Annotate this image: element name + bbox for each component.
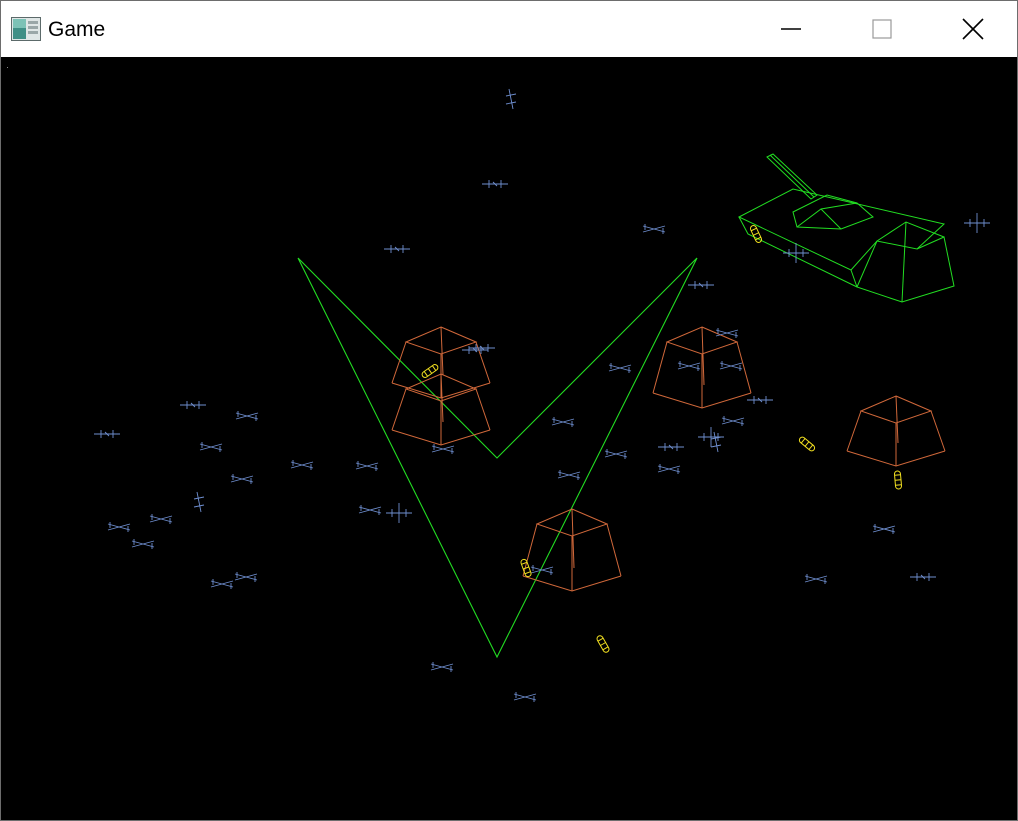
enemy-ship (131, 539, 155, 549)
enemy-ship (94, 430, 120, 438)
enemy-ship (604, 449, 628, 459)
minimize-button[interactable] (745, 1, 837, 57)
enemy-ship (783, 243, 809, 263)
enemy-ship (234, 572, 258, 582)
crate-wireframe (391, 326, 491, 399)
application-window-icon (11, 17, 41, 41)
enemy-ship (910, 573, 936, 581)
projectile (596, 635, 610, 653)
enemy-ship (551, 417, 575, 427)
game-window: Game (0, 0, 1018, 821)
enemy-ship (715, 328, 739, 338)
enemy-ship (149, 514, 173, 524)
enemy-ship (482, 180, 508, 188)
enemy-ship (872, 524, 896, 534)
enemy-ship (688, 281, 714, 289)
enemy-ship (469, 344, 495, 352)
pixel-dot (7, 67, 8, 68)
tank-wireframe (737, 153, 955, 303)
crate-wireframe (522, 508, 622, 592)
enemy-ship (747, 396, 773, 404)
enemy-ship (513, 692, 537, 702)
enemy-ship (804, 574, 828, 584)
enemy-ship (230, 474, 254, 484)
enemy-ship (235, 411, 259, 421)
enemy-ship (355, 461, 379, 471)
enemy-ship (608, 363, 632, 373)
projectile (798, 436, 816, 452)
maximize-button[interactable] (836, 1, 928, 57)
enemy-ship (719, 361, 743, 371)
enemy-ship (658, 443, 684, 451)
enemy-ship (193, 491, 205, 513)
enemy-ship (384, 245, 410, 253)
projectile (893, 470, 903, 490)
enemy-ship (431, 444, 455, 454)
enemy-ship (210, 579, 234, 589)
enemy-ship (290, 460, 314, 470)
enemy-ship (107, 522, 131, 532)
enemy-ship (721, 416, 745, 426)
chevron-ship (297, 257, 698, 659)
minimize-icon (781, 28, 801, 30)
close-button[interactable] (927, 1, 1017, 57)
enemy-ship (386, 503, 412, 523)
projectile (520, 558, 532, 578)
maximize-icon (872, 19, 892, 39)
game-scene (7, 67, 990, 702)
game-viewport[interactable] (1, 57, 1017, 820)
enemy-ship (358, 505, 382, 515)
enemy-ship (430, 662, 454, 672)
enemy-ship (677, 361, 701, 371)
enemy-ship (557, 470, 581, 480)
enemy-ship (642, 224, 666, 234)
crate-wireframe (391, 373, 491, 446)
enemy-ship (180, 401, 206, 409)
enemy-ship (657, 464, 681, 474)
title-bar[interactable]: Game (1, 1, 1017, 57)
enemy-ship (462, 346, 488, 354)
enemy-ship (964, 213, 990, 233)
enemy-ship (505, 88, 517, 110)
enemy-ship (710, 431, 722, 453)
crate-wireframe (846, 395, 946, 467)
enemy-ship (199, 442, 223, 452)
window-title: Game (48, 18, 106, 41)
close-icon (962, 18, 984, 40)
